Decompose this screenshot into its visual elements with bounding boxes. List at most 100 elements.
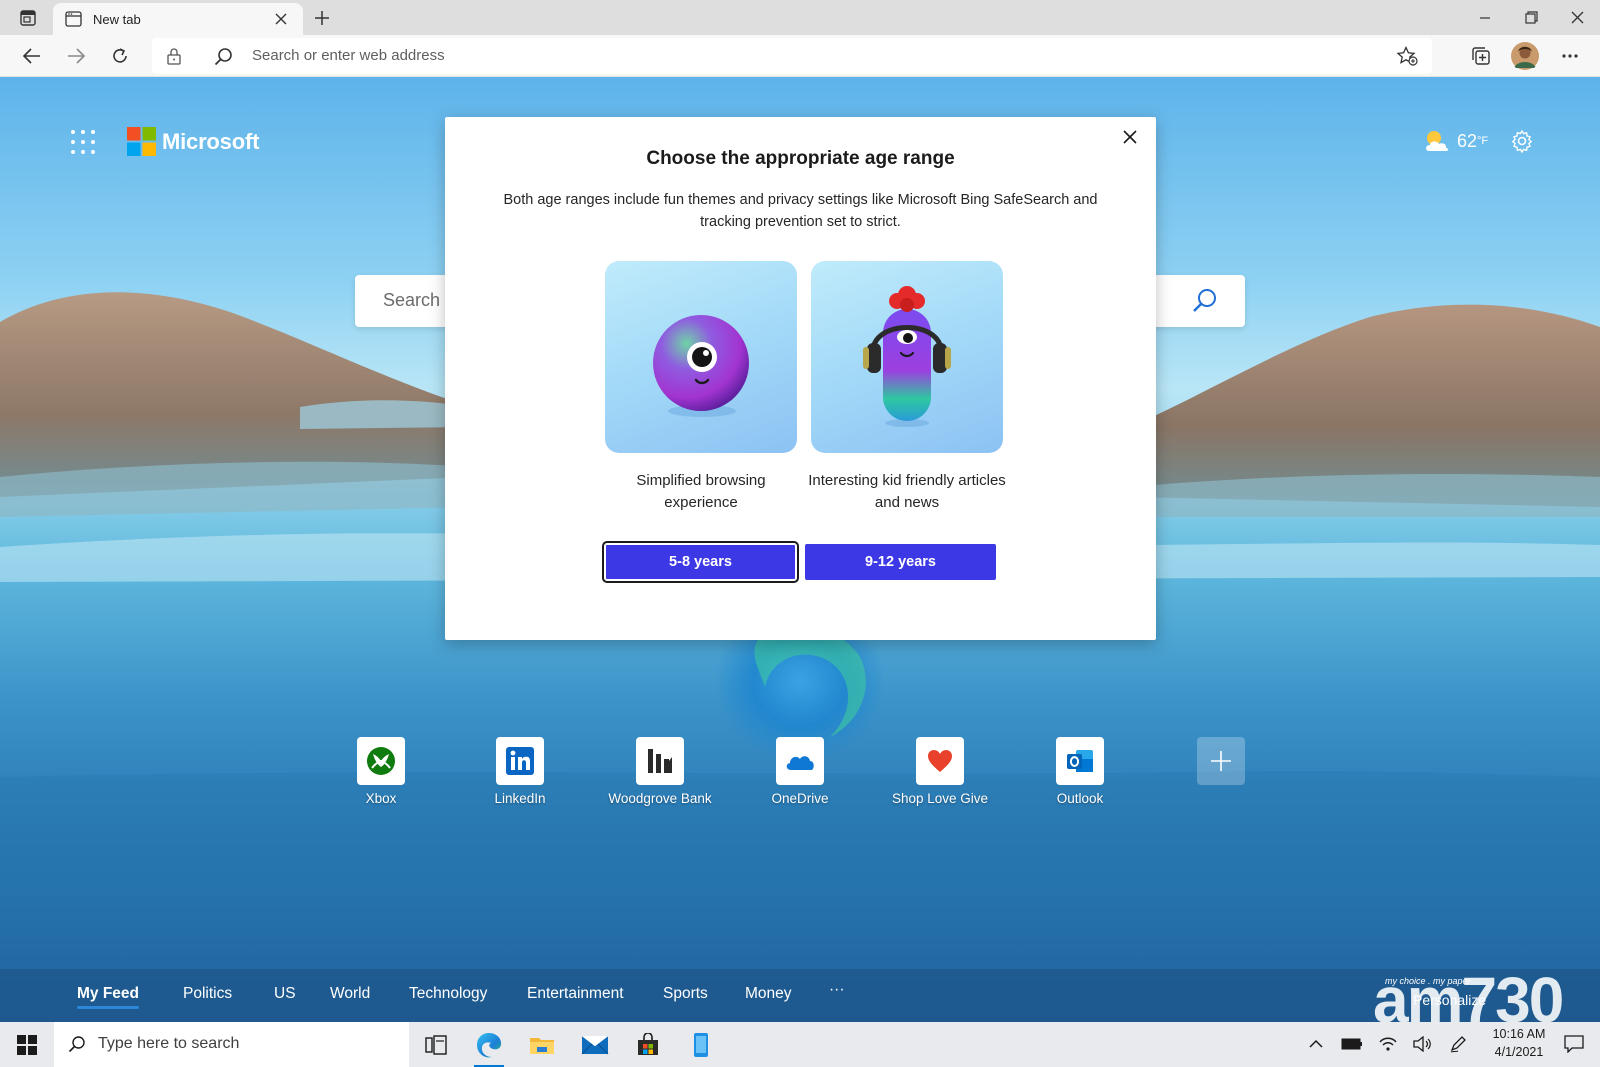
quick-link-shop-love-give[interactable]: Shop Love Give: [870, 737, 1010, 806]
battery-icon: [1341, 1038, 1362, 1050]
speaker-icon: [1413, 1036, 1431, 1052]
more-horizontal-icon: [1562, 54, 1578, 58]
quick-link-xbox[interactable]: Xbox: [311, 737, 451, 806]
clock-time: 10:16 AM: [1492, 1027, 1546, 1041]
dialog-description: Both age ranges include fun themes and p…: [503, 192, 1098, 230]
taskbar-edge-app[interactable]: [472, 1028, 506, 1067]
microsoft-logo[interactable]: Microsoft: [127, 127, 259, 156]
age-option-card-5-8[interactable]: [605, 261, 797, 453]
quick-link-label: LinkedIn: [494, 791, 546, 806]
woodgrove-bank-icon: [636, 737, 684, 785]
feed-more-button[interactable]: ···: [829, 981, 845, 999]
close-icon: [1571, 11, 1583, 24]
feed-tab-us[interactable]: US: [274, 985, 296, 1003]
plus-icon: [315, 11, 329, 25]
feed-tab-technology[interactable]: Technology: [409, 985, 487, 1003]
folder-icon: [530, 1038, 554, 1054]
web-search-input[interactable]: Search: [383, 290, 440, 311]
age-option-caption-5-8: Simplified browsing experience: [636, 472, 766, 511]
task-view-icon: [425, 1035, 447, 1055]
search-icon[interactable]: [1191, 287, 1219, 320]
show-hidden-icons-button[interactable]: [1304, 1033, 1328, 1055]
profile-avatar[interactable]: [1510, 41, 1540, 71]
action-center-button[interactable]: [1562, 1033, 1586, 1055]
add-favorite-icon[interactable]: [1396, 45, 1418, 71]
tab-close-button[interactable]: [271, 9, 291, 29]
feed-tab-entertainment[interactable]: Entertainment: [527, 985, 624, 1003]
back-button[interactable]: [16, 40, 48, 72]
pen-icon: [1450, 1036, 1466, 1053]
search-icon: [214, 47, 233, 71]
mail-icon: [581, 1035, 609, 1055]
age-option-card-9-12[interactable]: [811, 261, 1003, 453]
news-feed-nav: My Feed Politics US World Technology Ent…: [0, 968, 1600, 1022]
tab-actions-button[interactable]: [12, 6, 44, 30]
pen-workspace-button[interactable]: [1446, 1033, 1470, 1055]
quick-link-label: Outlook: [1056, 791, 1104, 806]
grid-dots-icon: [71, 130, 95, 154]
page-settings-button[interactable]: [1510, 129, 1534, 158]
linkedin-icon: [496, 737, 544, 785]
new-tab-button[interactable]: [308, 5, 336, 31]
settings-more-button[interactable]: [1555, 41, 1585, 71]
quick-link-linkedin[interactable]: LinkedIn: [450, 737, 590, 806]
partly-cloudy-icon: [1426, 131, 1449, 151]
forward-button[interactable]: [60, 40, 92, 72]
phone-icon: [694, 1033, 708, 1057]
age-9-12-button[interactable]: 9-12 years: [805, 544, 996, 580]
taskbar-mail-app[interactable]: [578, 1028, 612, 1062]
taskbar-search-input[interactable]: Type here to search: [98, 1035, 239, 1053]
add-quick-link-button[interactable]: [1197, 737, 1245, 785]
task-view-button[interactable]: [419, 1028, 453, 1062]
close-icon: [275, 13, 287, 25]
battery-status[interactable]: [1340, 1033, 1364, 1055]
taskbar-file-explorer-app[interactable]: [525, 1028, 559, 1062]
taskbar-clock[interactable]: 10:16 AM 4/1/2021: [1484, 1025, 1554, 1061]
wifi-icon: [1379, 1037, 1397, 1051]
address-input[interactable]: Search or enter web address: [252, 47, 445, 64]
headphone-character-icon: [863, 286, 951, 427]
address-bar[interactable]: Search or enter web address: [152, 38, 1432, 74]
close-window-button[interactable]: [1554, 0, 1600, 35]
arrow-right-icon: [68, 48, 86, 64]
arrow-left-icon: [22, 48, 40, 64]
weather-widget[interactable]: 62 °F: [1423, 129, 1488, 153]
age-5-8-button[interactable]: 5-8 years: [602, 541, 799, 583]
quick-link-onedrive[interactable]: OneDrive: [730, 737, 870, 806]
collections-button[interactable]: [1466, 41, 1496, 71]
personalize-button[interactable]: am730 my choice . my paper Personalize: [1373, 968, 1585, 1022]
taskbar-search-box[interactable]: Type here to search: [54, 1022, 409, 1067]
weather-unit: °F: [1477, 135, 1489, 147]
restore-button[interactable]: [1508, 0, 1554, 35]
network-status[interactable]: [1376, 1033, 1400, 1055]
feed-tab-money[interactable]: Money: [745, 985, 792, 1003]
dialog-title: Choose the appropriate age range: [646, 148, 955, 169]
onedrive-icon: [776, 737, 824, 785]
heart-icon: [916, 737, 964, 785]
age-option-caption-9-12: Interesting kid friendly articles and ne…: [808, 472, 1006, 511]
minimize-button[interactable]: [1462, 0, 1508, 35]
quick-link-label: Woodgrove Bank: [608, 791, 712, 806]
quick-link-woodgrove-bank[interactable]: Woodgrove Bank: [590, 737, 730, 806]
start-button[interactable]: [10, 1030, 44, 1060]
tab-title: New tab: [93, 11, 141, 27]
gear-icon: [1511, 129, 1533, 154]
feed-tab-sports[interactable]: Sports: [663, 985, 708, 1003]
lock-icon[interactable]: [166, 47, 182, 70]
tab-strip: New tab: [0, 0, 1600, 35]
quick-link-outlook[interactable]: Outlook: [1010, 737, 1150, 806]
taskbar-store-app[interactable]: [631, 1028, 665, 1062]
avatar-icon: [1511, 42, 1539, 70]
feed-tab-my-feed[interactable]: My Feed: [77, 985, 140, 1009]
app-launcher-button[interactable]: [70, 129, 96, 155]
feed-tab-world[interactable]: World: [330, 985, 370, 1003]
refresh-button[interactable]: [104, 40, 136, 72]
tab-new-tab[interactable]: New tab: [53, 3, 303, 35]
taskbar-phone-app[interactable]: [684, 1028, 718, 1062]
volume-control[interactable]: [1410, 1033, 1434, 1055]
watermark-tagline: my choice . my paper: [1385, 976, 1471, 986]
dialog-close-button[interactable]: [1116, 123, 1144, 151]
weather-temperature: 62: [1457, 130, 1478, 151]
feed-tab-politics[interactable]: Politics: [183, 985, 232, 1003]
new-tab-page-icon: [65, 10, 83, 28]
